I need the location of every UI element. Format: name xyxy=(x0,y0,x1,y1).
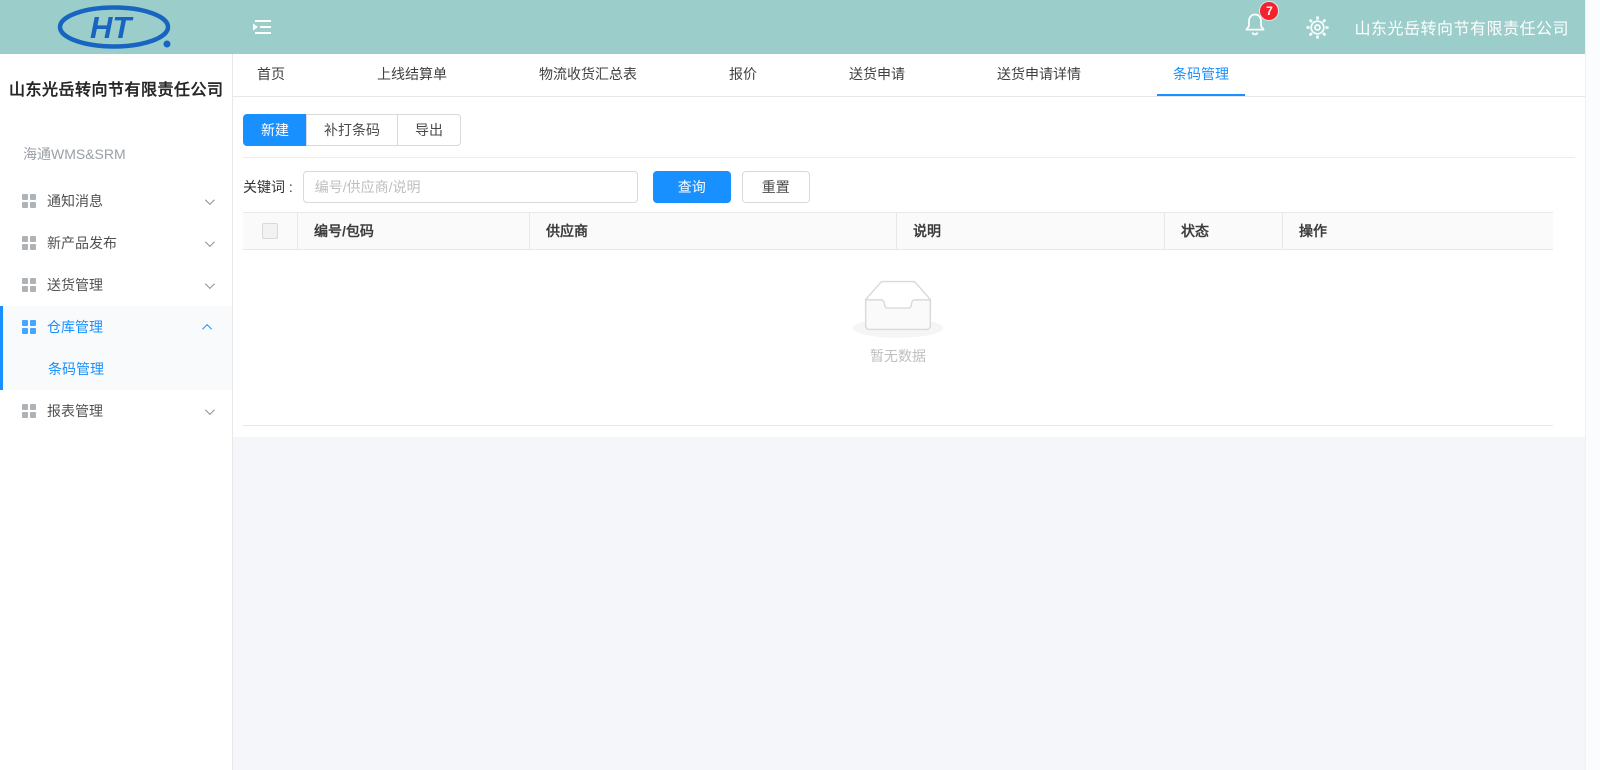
notification-badge: 7 xyxy=(1260,2,1278,20)
content-card: 新建 补打条码 导出 关键词 : 查询 重置 编号/包码 供应商 说明 状态 操… xyxy=(233,97,1585,437)
column-header-status: 状态 xyxy=(1165,213,1283,249)
header-right: 7 xyxy=(1243,11,1585,43)
sidebar-item-report[interactable]: 报表管理 xyxy=(0,390,232,432)
grid-icon xyxy=(22,404,36,418)
sidebar-item-label: 送货管理 xyxy=(47,275,103,295)
table-header: 编号/包码 供应商 说明 状态 操作 xyxy=(243,212,1553,250)
column-header-actions: 操作 xyxy=(1283,213,1553,249)
tab-delivery-request[interactable]: 送货申请 xyxy=(833,54,921,96)
main-content: 首页 上线结算单 物流收货汇总表 报价 送货申请 送货申请详情 条码管理 新建 … xyxy=(233,54,1585,770)
grid-icon xyxy=(22,320,36,334)
chevron-down-icon xyxy=(205,237,215,247)
export-button[interactable]: 导出 xyxy=(397,114,461,146)
settings-gear-icon[interactable] xyxy=(1305,15,1330,40)
tab-quotation[interactable]: 报价 xyxy=(713,54,773,96)
select-all-cell xyxy=(243,213,298,249)
company-logo-icon: HT xyxy=(54,4,180,50)
tab-home[interactable]: 首页 xyxy=(241,54,301,96)
sidebar-item-label: 通知消息 xyxy=(47,191,103,211)
chevron-down-icon xyxy=(205,405,215,415)
barcode-table: 编号/包码 供应商 说明 状态 操作 暂无数据 xyxy=(243,212,1553,426)
grid-icon xyxy=(22,194,36,208)
sidebar-group-warehouse: 仓库管理 条码管理 xyxy=(0,306,232,390)
toolbar: 新建 补打条码 导出 xyxy=(243,97,1575,158)
chevron-down-icon xyxy=(205,195,215,205)
grid-icon xyxy=(22,236,36,250)
sidebar-item-label: 报表管理 xyxy=(47,401,103,421)
tab-bar: 首页 上线结算单 物流收货汇总表 报价 送货申请 送货申请详情 条码管理 xyxy=(233,54,1585,97)
chevron-up-icon xyxy=(202,323,212,333)
column-header-code: 编号/包码 xyxy=(298,213,530,249)
sidebar-item-label: 新产品发布 xyxy=(47,233,117,253)
menu-fold-icon[interactable] xyxy=(251,18,273,36)
query-button[interactable]: 查询 xyxy=(653,171,731,203)
app-header: HT 7 xyxy=(0,0,1585,54)
sidebar-system-name: 海通WMS&SRM xyxy=(23,144,232,164)
empty-text: 暂无数据 xyxy=(870,346,926,366)
table-empty-state: 暂无数据 xyxy=(243,250,1553,426)
sidebar-item-new-product[interactable]: 新产品发布 xyxy=(0,222,232,264)
column-header-supplier: 供应商 xyxy=(530,213,897,249)
keyword-input[interactable] xyxy=(303,171,638,203)
chevron-down-icon xyxy=(205,279,215,289)
logo-zone: HT xyxy=(0,4,233,50)
sidebar-subitem-barcode[interactable]: 条码管理 xyxy=(3,348,232,390)
grid-icon xyxy=(22,278,36,292)
tab-barcode-management[interactable]: 条码管理 xyxy=(1157,54,1245,96)
empty-box-icon xyxy=(853,280,943,338)
keyword-label: 关键词 : xyxy=(243,177,293,197)
select-all-checkbox[interactable] xyxy=(262,223,278,239)
reprint-barcode-button[interactable]: 补打条码 xyxy=(306,114,398,146)
sidebar-item-label: 仓库管理 xyxy=(47,317,103,337)
sidebar-item-warehouse[interactable]: 仓库管理 xyxy=(3,306,232,348)
sidebar-item-delivery[interactable]: 送货管理 xyxy=(0,264,232,306)
reset-button[interactable]: 重置 xyxy=(742,171,810,203)
search-row: 关键词 : 查询 重置 xyxy=(243,171,1575,203)
tab-logistics-summary[interactable]: 物流收货汇总表 xyxy=(523,54,653,96)
notification-bell-icon[interactable]: 7 xyxy=(1243,11,1267,43)
sidebar-item-notice[interactable]: 通知消息 xyxy=(0,180,232,222)
vertical-scrollbar[interactable] xyxy=(1585,0,1600,770)
sidebar: 山东光岳转向节有限责任公司 海通WMS&SRM 通知消息 新产品发布 送货管理 … xyxy=(0,54,233,770)
tab-online-settlement[interactable]: 上线结算单 xyxy=(361,54,463,96)
new-button[interactable]: 新建 xyxy=(243,114,307,146)
header-company-name: 山东光岳转向节有限责任公司 xyxy=(1354,15,1569,39)
sidebar-company-title: 山东光岳转向节有限责任公司 xyxy=(0,54,232,100)
toolbar-button-group: 新建 补打条码 导出 xyxy=(243,114,461,146)
svg-text:HT: HT xyxy=(90,10,134,45)
column-header-description: 说明 xyxy=(897,213,1165,249)
sidebar-subitem-label: 条码管理 xyxy=(48,359,104,379)
tab-delivery-request-detail[interactable]: 送货申请详情 xyxy=(981,54,1097,96)
sidebar-menu: 通知消息 新产品发布 送货管理 仓库管理 条码管理 报表管理 xyxy=(0,180,232,432)
